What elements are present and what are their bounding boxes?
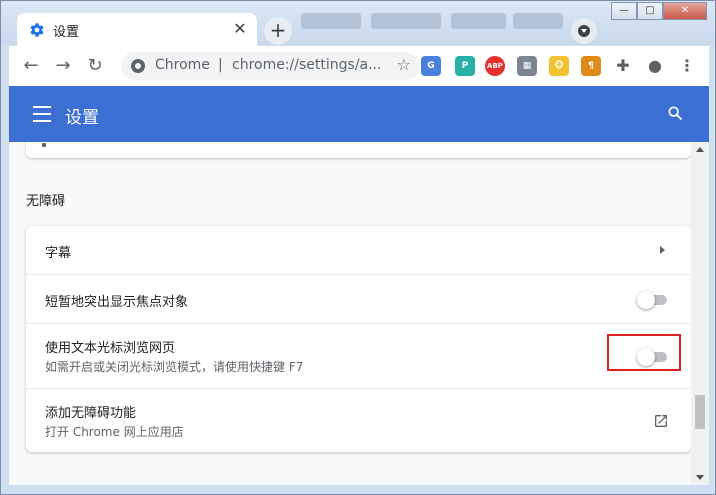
reload-button[interactable]: ↻ [82,53,108,79]
omnibox-separator: | [218,57,223,73]
hamburger-menu-icon[interactable] [33,106,51,122]
blurred-bookmark [451,13,506,29]
accessibility-card: 字幕 短暂地突出显示焦点对象 使用文本光标浏览网页 如需开启或关闭光标浏览模式，… [26,226,691,452]
row-captions[interactable]: 字幕 [26,226,691,275]
avatar-icon[interactable]: ● [645,56,665,76]
open-in-new-icon[interactable] [653,413,669,429]
address-bar[interactable]: Chrome | chrome://settings/a... ☆ [121,52,419,80]
ext-pilcrow-icon[interactable]: ¶ [581,56,601,76]
close-window-button[interactable]: ✕ [663,2,707,20]
more-icon[interactable]: ⋮ [677,56,697,76]
page-title: 设置 [65,108,99,128]
tab-settings[interactable]: 设置 ✕ [17,13,257,46]
adblock-icon[interactable]: ABP [485,56,505,76]
search-icon[interactable] [667,105,683,121]
highlight-focus-toggle[interactable] [637,291,669,309]
back-button[interactable]: ← [18,53,44,79]
row-label: 短暂地突出显示焦点对象 [45,295,189,310]
url-text[interactable]: chrome://settings/a... [232,57,381,73]
row-label: 添加无障碍功能 [45,406,137,421]
scrollbar[interactable] [691,142,709,485]
translate-icon[interactable]: G [421,56,441,76]
blurred-bookmark [301,13,361,29]
section-title: 无障碍 [26,194,66,209]
puzzle-icon[interactable]: ✚ [613,56,633,76]
row-description: 打开 Chrome 网上应用店 [45,425,184,439]
gear-icon [30,23,44,37]
tab-search-button[interactable] [571,18,597,44]
omnibox-label: Chrome [155,57,210,73]
blurred-bookmark [371,13,441,29]
browser-toolbar: ← → ↻ Chrome | chrome://settings/a... ☆ … [9,46,709,86]
row-caret-browsing[interactable]: 使用文本光标浏览网页 如需开启或关闭光标浏览模式，请使用快捷键 F7 [26,324,691,389]
row-highlight-focus[interactable]: 短暂地突出显示焦点对象 [26,275,691,324]
row-add-accessibility[interactable]: 添加无障碍功能 打开 Chrome 网上应用店 [26,389,691,452]
maximize-button[interactable]: □ [637,2,663,20]
p-ext-icon[interactable]: P [455,56,475,76]
tab-title: 设置 [53,25,80,40]
forward-button[interactable]: → [50,53,76,79]
blurred-bookmark [513,13,563,29]
previous-section-card [26,142,691,158]
chevron-right-icon [660,246,665,254]
highlight-box [607,334,681,371]
minimize-button[interactable]: — [611,2,637,20]
title-bar: 设置 ✕ + — □ ✕ [1,1,715,46]
bookmark-star-icon[interactable]: ☆ [397,55,411,74]
row-description: 如需开启或关闭光标浏览模式，请使用快捷键 F7 [45,360,304,374]
ext-grid-icon[interactable]: ▦ [517,56,537,76]
settings-header: 设置 [9,86,709,142]
window-controls: — □ ✕ [611,2,707,20]
scroll-down-arrow-icon[interactable] [696,475,704,480]
row-label: 使用文本光标浏览网页 [45,341,176,356]
settings-content: 无障碍 字幕 短暂地突出显示焦点对象 使用文本光标浏览网页 如需开启或关闭光标浏… [9,142,691,485]
browser-window: 设置 ✕ + — □ ✕ ← → ↻ Chrome | chrome://set… [0,0,716,495]
row-label: 字幕 [45,246,72,261]
scroll-up-arrow-icon[interactable] [696,147,704,152]
tab-close-icon[interactable]: ✕ [231,19,249,38]
new-tab-button[interactable]: + [264,17,292,45]
ext-monkey-icon[interactable]: 🐵 [549,56,569,76]
scroll-thumb[interactable] [695,395,705,429]
chrome-icon [131,59,145,73]
